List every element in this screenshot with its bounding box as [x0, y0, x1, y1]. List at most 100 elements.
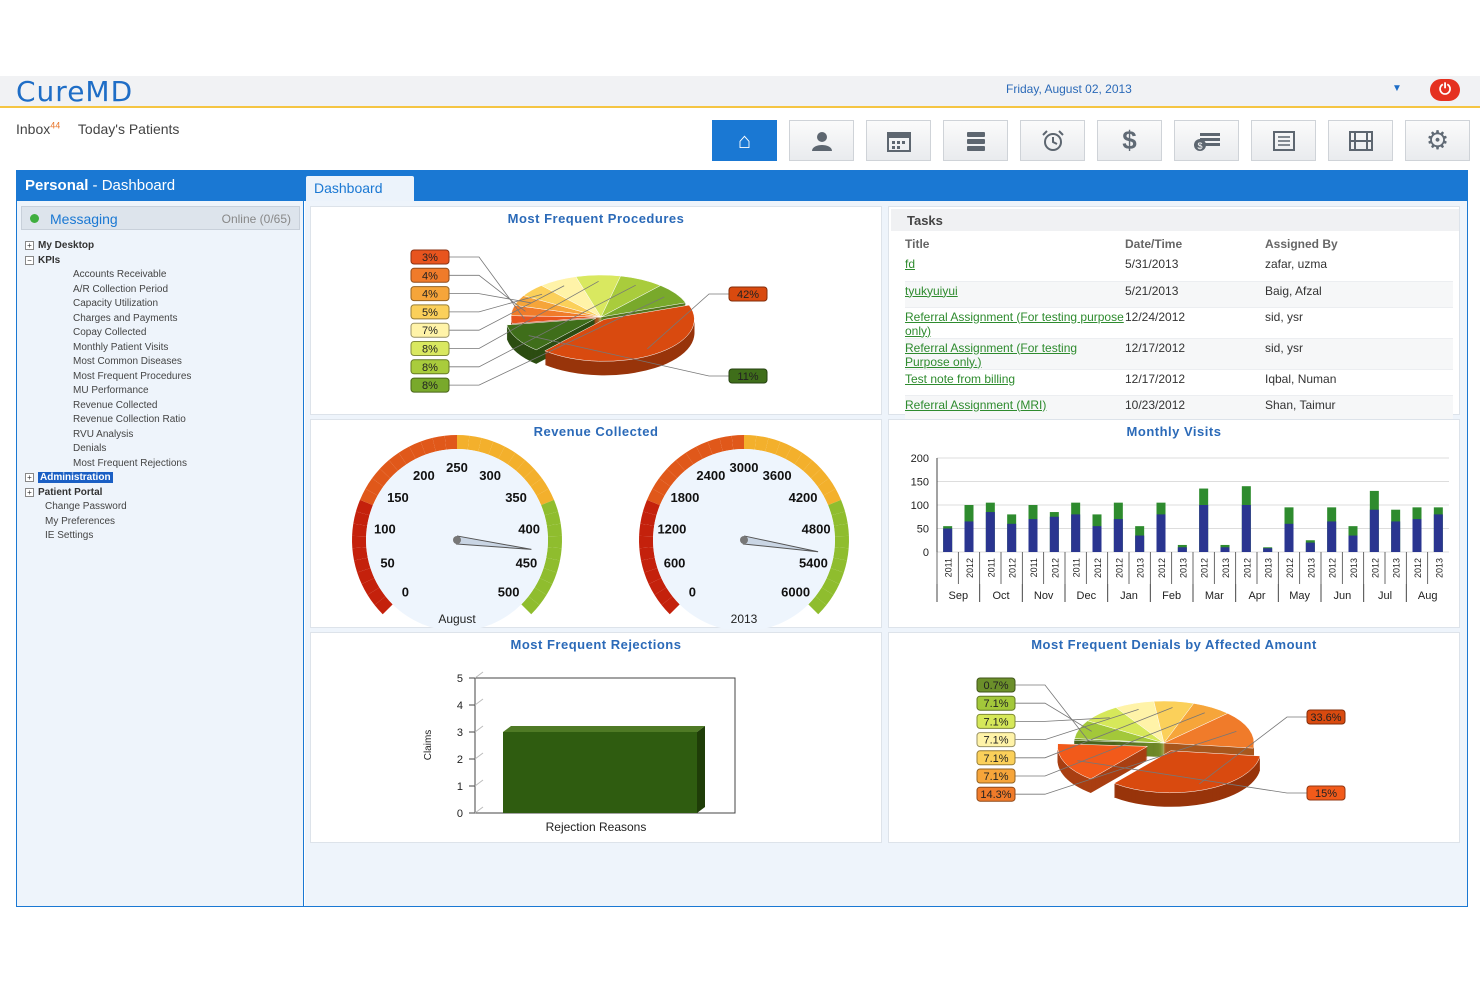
records-button[interactable]: [943, 120, 1008, 161]
tree-item-kpi[interactable]: Most Frequent Rejections: [23, 457, 191, 472]
tree-item-kpi[interactable]: Charges and Payments: [23, 312, 191, 327]
tree-item-kpi[interactable]: Accounts Receivable: [23, 268, 191, 283]
inbox-link[interactable]: Inbox44: [16, 120, 60, 137]
month-label: Aug: [1418, 590, 1438, 602]
reports-button[interactable]: [1251, 120, 1316, 161]
home-button[interactable]: ⌂: [712, 120, 777, 161]
task-title[interactable]: Referral Assignment (MRI): [905, 395, 1125, 422]
power-icon[interactable]: ⏻: [1430, 79, 1460, 101]
tree-item-kpi[interactable]: Most Frequent Procedures: [23, 370, 191, 385]
procedures-pie-chart[interactable]: 3% 4% 4% 5% 7% 8% 8% 8% 42% 11%: [311, 207, 883, 416]
tree-item-kpi[interactable]: Copay Collected: [23, 326, 191, 341]
tree-item-kpi[interactable]: Denials: [23, 442, 191, 457]
month-label: Mar: [1205, 590, 1224, 602]
x-tick-label: 2012: [1285, 558, 1295, 578]
calendar-button[interactable]: [866, 120, 931, 161]
expand-icon[interactable]: +: [25, 241, 34, 250]
collapse-icon[interactable]: −: [25, 255, 34, 265]
task-row[interactable]: fd 5/31/2013 zafar, uzma: [905, 255, 1453, 282]
tree-item-kpis[interactable]: − KPIs: [23, 254, 191, 269]
gauge-band: [639, 523, 655, 537]
month-label: Apr: [1248, 590, 1265, 602]
visits-bar-chart[interactable]: 0 50 100 150 200 2011 2012 2011 2012 2011 2012 2011…: [889, 420, 1461, 629]
task-date: 12/17/2012: [1125, 369, 1265, 396]
chevron-down-icon[interactable]: ▼: [1392, 83, 1402, 94]
rejections-bar-chart[interactable]: 0 1 2 3 4 5 Claims Rejection Reasons: [311, 633, 883, 844]
expand-icon[interactable]: +: [25, 487, 34, 497]
tree-item-administration[interactable]: + Administration: [23, 471, 191, 486]
svg-text:$: $: [1197, 141, 1202, 151]
tab-dashboard[interactable]: Dashboard: [306, 176, 414, 201]
x-tick-label: 2013: [1434, 558, 1444, 578]
visit-bar: [1071, 514, 1081, 552]
tree-item-kpi[interactable]: Capacity Utilization: [23, 297, 191, 312]
todays-patients-link[interactable]: Today's Patients: [78, 121, 180, 137]
task-assigned-by: sid, ysr: [1265, 338, 1453, 370]
denials-pie-chart[interactable]: 0.7% 7.1% 7.1% 7.1% 7.1% 7.1% 14.3% 33.6% 15%: [889, 633, 1461, 844]
revenue-gauges[interactable]: 050100150200250300350400450500August0600…: [311, 420, 883, 631]
tree-item-kpi[interactable]: A/R Collection Period: [23, 283, 191, 298]
app-logo[interactable]: CureMD: [16, 76, 133, 108]
y-tick-label: 100: [911, 500, 929, 512]
reminders-button[interactable]: [1020, 120, 1085, 161]
billing-button[interactable]: $: [1097, 120, 1162, 161]
grid-line: [474, 671, 484, 679]
dashboard-content: Most Frequent Procedures 3% 4% 4% 5% 7% 8% 8% 8…: [305, 201, 1467, 906]
page-title: Personal - Dashboard: [25, 177, 175, 194]
settings-button[interactable]: ⚙: [1405, 120, 1470, 161]
pie-label: 8%: [422, 362, 438, 374]
frame-header: Personal - Dashboard Dashboard: [17, 171, 1467, 201]
tree-item-kpi[interactable]: Most Common Diseases: [23, 355, 191, 370]
patients-button[interactable]: [789, 120, 854, 161]
task-title[interactable]: tyukyuiyui: [905, 281, 1125, 308]
gauge-tick-label: 3000: [730, 460, 759, 475]
pie-label: 7.1%: [983, 716, 1008, 728]
task-row[interactable]: Referral Assignment (For testing Purpose…: [905, 338, 1453, 370]
gauge-band: [834, 535, 849, 549]
tree-item-kpi[interactable]: Monthly Patient Visits: [23, 341, 191, 356]
tree-item-setting[interactable]: Change Password: [23, 500, 191, 515]
task-title[interactable]: Test note from billing: [905, 369, 1125, 396]
tree-item-kpi[interactable]: Revenue Collection Ratio: [23, 413, 191, 428]
x-tick-label: 2012: [1050, 558, 1060, 578]
visit-bar: [1369, 509, 1379, 552]
month-label: Oct: [992, 590, 1009, 602]
visit-bar: [1199, 505, 1209, 552]
gauge-tick-label: 6000: [781, 585, 810, 600]
x-tick-label: 2013: [1349, 558, 1359, 578]
tree-item-kpi[interactable]: Revenue Collected: [23, 399, 191, 414]
tree-item-patient-portal[interactable]: + Patient Portal: [23, 486, 191, 501]
task-row[interactable]: tyukyuiyui 5/21/2013 Baig, Afzal: [905, 281, 1453, 308]
task-assigned-by: sid, ysr: [1265, 307, 1453, 339]
y-tick-label: 1: [457, 781, 463, 793]
visit-bar: [1113, 519, 1123, 552]
media-button[interactable]: [1328, 120, 1393, 161]
tree-item-setting[interactable]: IE Settings: [23, 529, 191, 544]
task-title[interactable]: Referral Assignment (For testing Purpose…: [905, 338, 1125, 370]
tree-item-my-desktop[interactable]: + My Desktop: [23, 239, 191, 254]
visit-bar: [1305, 542, 1315, 552]
task-title[interactable]: fd: [905, 255, 1125, 282]
quick-links: Inbox44 Today's Patients: [16, 120, 193, 137]
gauge-tick-label: 1800: [670, 490, 699, 505]
tree-label: My Desktop: [38, 240, 95, 251]
visit-bar: [964, 521, 974, 552]
messaging-bar[interactable]: Messaging Online (0/65): [21, 206, 300, 230]
app-root: CureMD Friday, August 02, 2013 ▼ ⏻ Inbox…: [0, 0, 1480, 987]
gauge-tick-label: 4200: [789, 490, 818, 505]
task-row[interactable]: Test note from billing 12/17/2012 Iqbal, N…: [905, 369, 1453, 396]
payments-button[interactable]: $: [1174, 120, 1239, 161]
month-label: Nov: [1034, 590, 1054, 602]
tree-item-kpi[interactable]: RVU Analysis: [23, 428, 191, 443]
task-row[interactable]: Referral Assignment (MRI) 10/23/2012 Shan,…: [905, 395, 1453, 422]
visit-bar: [1284, 523, 1294, 552]
x-axis-label: Rejection Reasons: [546, 820, 647, 834]
expand-icon[interactable]: +: [25, 473, 34, 482]
tree-item-kpi[interactable]: MU Performance: [23, 384, 191, 399]
tree-item-setting[interactable]: My Preferences: [23, 515, 191, 530]
x-tick-label: 2011: [944, 558, 954, 577]
denials-title: Most Frequent Denials by Affected Amount: [1031, 637, 1317, 652]
gauge-band: [639, 535, 654, 549]
task-row[interactable]: Referral Assignment (For testing purpose…: [905, 307, 1453, 339]
task-title[interactable]: Referral Assignment (For testing purpose…: [905, 307, 1125, 339]
